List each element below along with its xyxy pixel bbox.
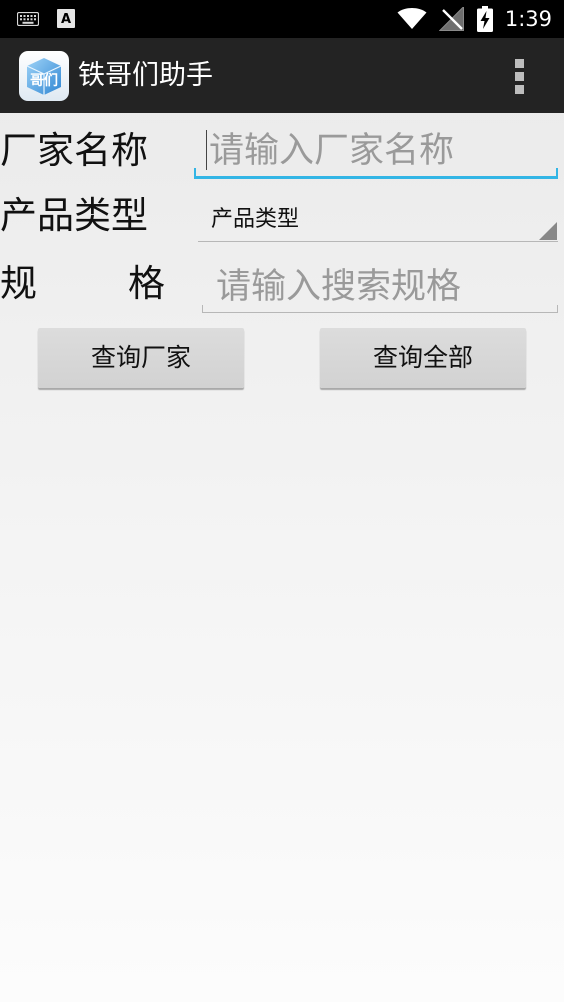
product-type-selected: 产品类型 [211,207,300,232]
product-type-spinner[interactable]: 产品类型 [198,197,558,242]
a-notification-icon: A [57,9,75,28]
spec-placeholder: 请输入搜索规格 [216,267,462,307]
overflow-menu-icon[interactable] [508,58,532,94]
app-icon[interactable]: 哥们 [19,51,69,101]
vendor-name-placeholder: 请输入厂家名称 [209,131,455,171]
dropdown-arrow-icon [539,222,557,240]
spec-label-char-1: 规 [0,262,37,305]
vendor-name-input[interactable]: 请输入厂家名称 [194,126,558,178]
keyboard-icon [17,12,39,26]
svg-text:哥们: 哥们 [30,72,58,89]
text-cursor [206,130,207,170]
status-time: 1:39 [504,7,552,31]
wifi-icon [397,8,427,29]
query-all-button[interactable]: 查询全部 [320,328,526,388]
status-bar: A 1:39 [0,0,564,38]
product-type-label: 产品类型 [0,194,148,237]
no-signal-icon [438,7,464,31]
vendor-name-label: 厂家名称 [0,129,148,172]
action-bar: 哥们 铁哥们助手 [0,38,564,113]
svg-text:A: A [61,12,71,27]
spec-input[interactable]: 请输入搜索规格 [202,262,558,313]
battery-charging-icon [476,6,493,32]
app-title: 铁哥们助手 [78,60,213,91]
spec-label-char-2: 格 [128,262,165,305]
query-vendor-button[interactable]: 查询厂家 [38,328,244,388]
